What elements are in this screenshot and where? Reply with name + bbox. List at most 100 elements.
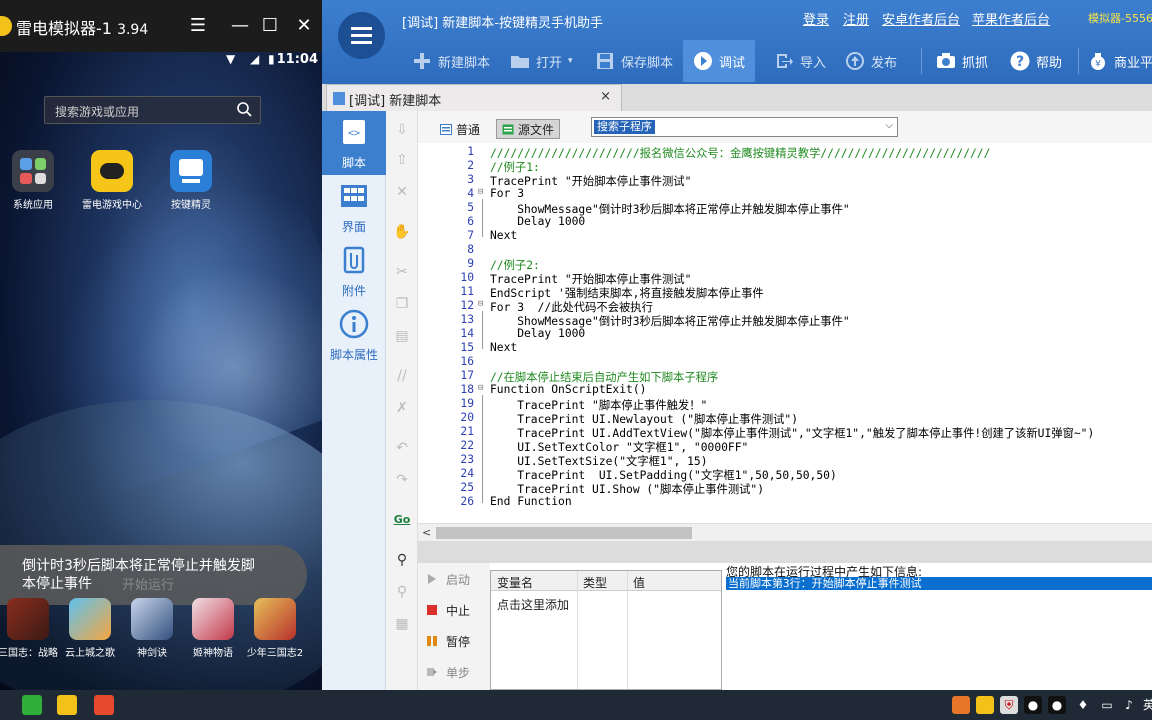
- code-line[interactable]: 5 ShowMessage"倒计时3秒后脚本将正常停止并触发脚本停止事件": [418, 201, 1152, 216]
- debug-stop-button[interactable]: 中止: [426, 600, 470, 620]
- code-line[interactable]: 9//例子2:: [418, 257, 1152, 272]
- code-line[interactable]: 25 TracePrint UI.Show ("脚本停止事件测试"): [418, 481, 1152, 496]
- code-line[interactable]: 26 End Function: [418, 495, 1152, 509]
- tray-network-icon[interactable]: ▭: [1098, 696, 1116, 714]
- debug-step-button[interactable]: 单步: [426, 662, 470, 682]
- copy-icon[interactable]: ❐: [393, 295, 411, 313]
- code-line[interactable]: 7 Next: [418, 229, 1152, 243]
- scrollbar-thumb[interactable]: [436, 527, 692, 539]
- code-line[interactable]: 23 UI.SetTextSize("文字框1", 15): [418, 453, 1152, 468]
- comment-icon[interactable]: //: [393, 367, 411, 385]
- code-line[interactable]: 15 Next: [418, 341, 1152, 355]
- code-line[interactable]: 19 TracePrint "脚本停止事件触发！": [418, 397, 1152, 412]
- game-item[interactable]: 云上城之歌: [60, 598, 120, 659]
- nav-script[interactable]: <> 脚本: [322, 111, 386, 175]
- game-item[interactable]: 姬神物语: [183, 598, 243, 659]
- login-link[interactable]: 登录: [803, 9, 829, 28]
- cut-icon[interactable]: ✂: [393, 263, 411, 281]
- col-name-header[interactable]: 变量名: [497, 574, 533, 591]
- game-item[interactable]: 三国志：战略: [0, 598, 58, 659]
- debug-button[interactable]: 调试: [683, 40, 756, 82]
- code-line[interactable]: 3 TracePrint "开始脚本停止事件测试": [418, 173, 1152, 188]
- panel-splitter[interactable]: [418, 541, 1152, 563]
- app-anjian[interactable]: 按键精灵: [161, 150, 221, 211]
- tray-ime-icon[interactable]: 英: [1140, 696, 1152, 714]
- uncomment-icon[interactable]: ✗: [393, 399, 411, 417]
- code-line[interactable]: 8: [418, 243, 1152, 257]
- code-line[interactable]: 17//在脚本停止结束后自动产生如下脚本子程序: [418, 369, 1152, 384]
- open-button[interactable]: 打开 ▾: [510, 40, 573, 82]
- horizontal-scrollbar[interactable]: <: [418, 523, 1152, 541]
- code-line[interactable]: 18 ⊟ Function OnScriptExit(): [418, 383, 1152, 397]
- app-search-input[interactable]: 搜索游戏或应用: [44, 96, 261, 124]
- code-line[interactable]: 4 ⊟ For 3: [418, 187, 1152, 201]
- code-line[interactable]: 16: [418, 355, 1152, 369]
- add-variable-row[interactable]: 点击这里添加: [497, 596, 569, 613]
- import-button[interactable]: 导入: [774, 40, 826, 82]
- android-author-link[interactable]: 安卓作者后台: [882, 9, 960, 28]
- code-line[interactable]: 2//例子1:: [418, 159, 1152, 174]
- maximize-icon[interactable]: ☐: [258, 14, 282, 38]
- move-down-icon[interactable]: ⇩: [393, 121, 411, 139]
- code-line[interactable]: 14 Delay 1000: [418, 327, 1152, 341]
- tray-app-icon[interactable]: [952, 696, 970, 714]
- code-editor[interactable]: 1//////////////////////报名微信公众号：金鹰按键精灵教学/…: [418, 143, 1152, 523]
- debug-start-button[interactable]: 启动: [426, 569, 470, 589]
- publish-button[interactable]: 发布: [845, 40, 897, 82]
- taskbar-app-red-icon[interactable]: [94, 695, 114, 715]
- help-button[interactable]: ? 帮助: [1010, 40, 1062, 82]
- tray-volume-icon[interactable]: ♪: [1120, 696, 1138, 714]
- capture-button[interactable]: 抓抓: [936, 40, 988, 82]
- tray-qq2-icon[interactable]: ●: [1048, 696, 1066, 714]
- code-line[interactable]: 22 UI.SetTextColor "文字框1", "0000FF": [418, 439, 1152, 454]
- tray-emulator-icon[interactable]: [976, 696, 994, 714]
- mode-normal-button[interactable]: 普通: [440, 119, 480, 139]
- business-button[interactable]: ¥ 商业平: [1088, 40, 1152, 82]
- code-line[interactable]: 10 TracePrint "开始脚本停止事件测试": [418, 271, 1152, 286]
- mode-source-button[interactable]: 源文件: [496, 119, 561, 139]
- fold-toggle-icon[interactable]: ⊟: [478, 187, 483, 197]
- tray-qq-icon[interactable]: ●: [1024, 696, 1042, 714]
- app-system[interactable]: 系统应用: [3, 150, 63, 211]
- fold-toggle-icon[interactable]: ⊟: [478, 383, 483, 393]
- scroll-left-icon[interactable]: <: [422, 526, 431, 539]
- col-type-header[interactable]: 类型: [583, 574, 607, 591]
- game-item[interactable]: 少年三国志2: [245, 598, 305, 659]
- delete-icon[interactable]: ✕: [393, 183, 411, 201]
- tray-mic-icon[interactable]: ♦: [1074, 696, 1092, 714]
- debug-pause-button[interactable]: 暂停: [426, 631, 470, 651]
- fold-toggle-icon[interactable]: ⊟: [478, 299, 483, 309]
- col-value-header[interactable]: 值: [633, 574, 645, 591]
- taskbar-emulator-icon[interactable]: [57, 695, 77, 715]
- register-link[interactable]: 注册: [843, 9, 869, 28]
- hand-icon[interactable]: ✋: [393, 223, 411, 241]
- game-item[interactable]: 神剑诀: [122, 598, 182, 659]
- close-tab-icon[interactable]: ×: [600, 89, 611, 104]
- taskbar-app-green-icon[interactable]: [22, 695, 42, 715]
- nav-attachment[interactable]: 附件: [322, 239, 386, 303]
- nav-ui[interactable]: 界面: [322, 175, 386, 239]
- main-menu-button[interactable]: [338, 12, 385, 59]
- goto-icon[interactable]: Go: [393, 511, 411, 529]
- code-line[interactable]: 6 Delay 1000: [418, 215, 1152, 229]
- save-script-button[interactable]: 保存脚本: [595, 40, 673, 82]
- hamburger-menu-icon[interactable]: ☰: [186, 14, 210, 38]
- new-script-button[interactable]: 新建脚本: [412, 40, 490, 82]
- code-line[interactable]: 13 ShowMessage"倒计时3秒后脚本将正常停止并触发脚本停止事件": [418, 313, 1152, 328]
- format-icon[interactable]: ▦: [393, 615, 411, 633]
- code-line[interactable]: 21 TracePrint UI.AddTextView("脚本停止事件测试",…: [418, 425, 1152, 440]
- code-line[interactable]: 1//////////////////////报名微信公众号：金鹰按键精灵教学/…: [418, 145, 1152, 160]
- apple-author-link[interactable]: 苹果作者后台: [972, 9, 1050, 28]
- find-icon[interactable]: ⚲: [393, 551, 411, 569]
- log-line-selected[interactable]: 当前脚本第3行：开始脚本停止事件测试: [726, 577, 1152, 590]
- close-icon[interactable]: ✕: [292, 14, 316, 38]
- code-line[interactable]: 11 EndScript '强制结束脚本,将直接触发脚本停止事件: [418, 285, 1152, 300]
- move-up-icon[interactable]: ⇧: [393, 151, 411, 169]
- subroutine-select[interactable]: 搜索子程序 ⌵: [591, 117, 898, 137]
- document-tab[interactable]: [调试] 新建脚本 ×: [326, 84, 622, 111]
- code-line[interactable]: 20 TracePrint UI.Newlayout ("脚本停止事件测试"): [418, 411, 1152, 426]
- code-line[interactable]: 24 TracePrint UI.SetPadding("文字框1",50,50…: [418, 467, 1152, 482]
- minimize-icon[interactable]: —: [228, 14, 252, 38]
- paste-icon[interactable]: ▤: [393, 327, 411, 345]
- app-game-center[interactable]: 雷电游戏中心: [82, 150, 142, 211]
